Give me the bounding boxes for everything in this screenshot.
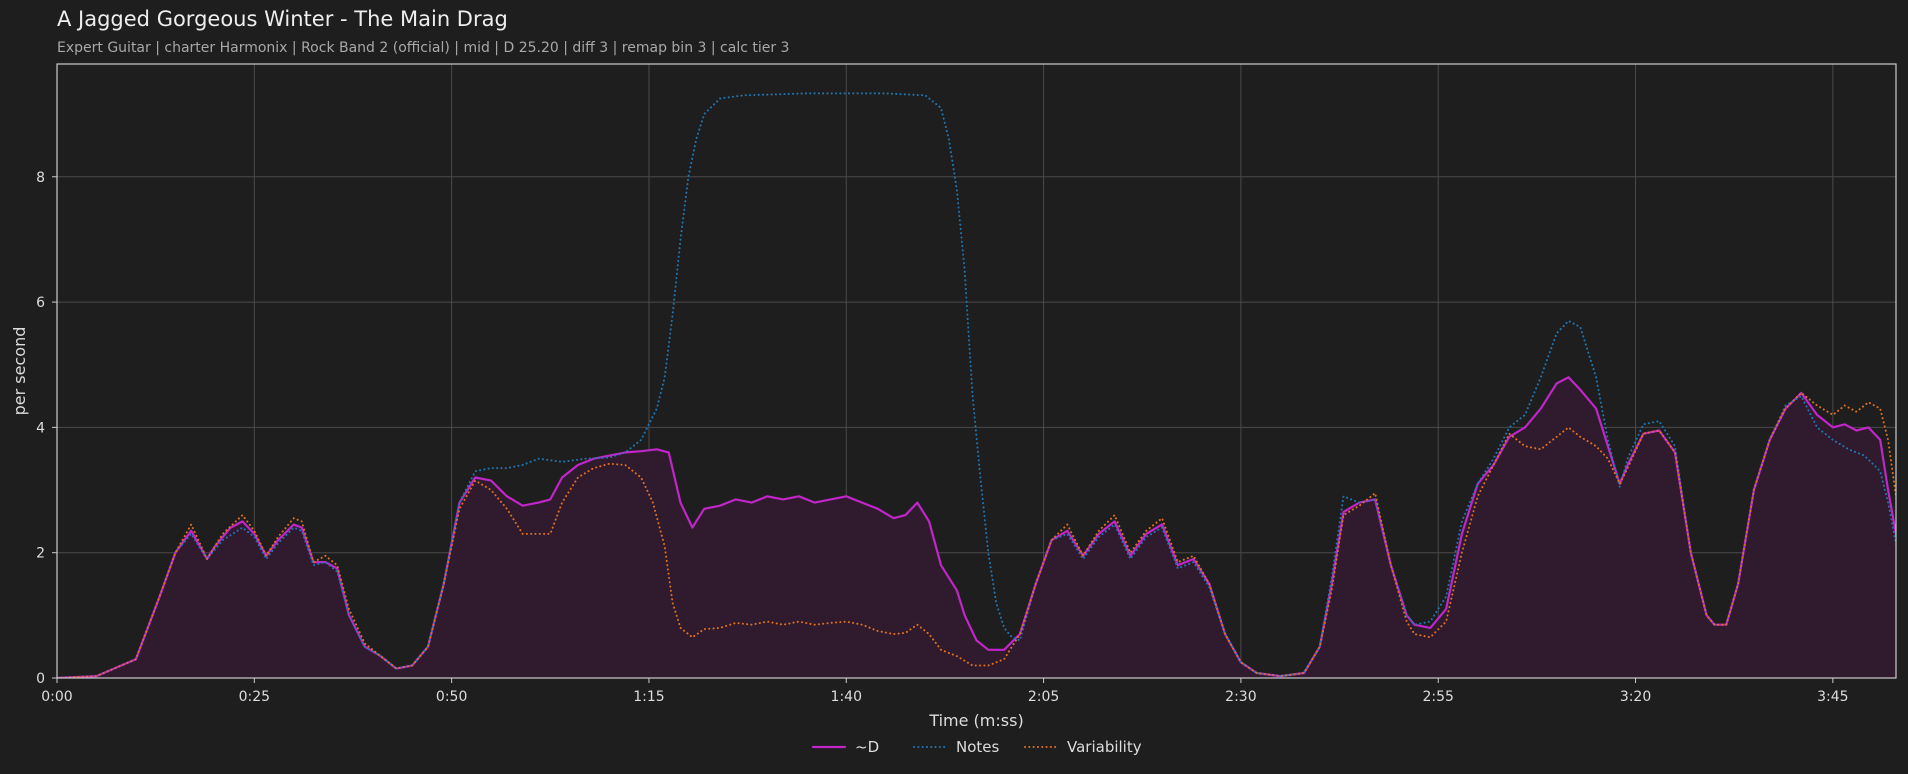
legend-label: ~D	[855, 738, 879, 756]
x-tick-label: 1:15	[633, 689, 664, 705]
y-tick-label: 0	[36, 671, 45, 687]
x-tick-label: 2:05	[1028, 689, 1059, 705]
legend-label: Variability	[1067, 738, 1142, 756]
y-tick-label: 8	[36, 170, 45, 186]
x-tick-label: 3:20	[1620, 689, 1651, 705]
x-tick-label: 0:00	[41, 689, 72, 705]
x-tick-label: 2:55	[1422, 689, 1453, 705]
y-tick-label: 4	[36, 420, 45, 436]
x-tick-label: 0:25	[239, 689, 270, 705]
y-tick-label: 2	[36, 546, 45, 562]
legend-label: Notes	[956, 738, 1000, 756]
y-axis-label: per second	[10, 327, 29, 416]
x-tick-label: 1:40	[831, 689, 862, 705]
x-tick-label: 0:50	[436, 689, 467, 705]
line-chart: 0:00 0:25 0:50 1:15 1:40 2:05 2:30 2:55 3:20 3:45…	[10, 63, 1897, 756]
legend: ~D Notes Variability	[811, 738, 1142, 756]
y-tick-label: 6	[36, 295, 45, 311]
x-tick-label: 2:30	[1225, 689, 1256, 705]
d-area-fill	[57, 377, 1896, 678]
y-axis-ticks: 0 2 4 6 8	[36, 170, 57, 687]
area-fill-layer	[57, 377, 1896, 678]
x-axis-ticks: 0:00 0:25 0:50 1:15 1:40 2:05 2:30 2:55 3:20 3:45	[41, 678, 1849, 705]
x-tick-label: 3:45	[1817, 689, 1848, 705]
x-axis-label: Time (m:ss)	[928, 711, 1023, 730]
